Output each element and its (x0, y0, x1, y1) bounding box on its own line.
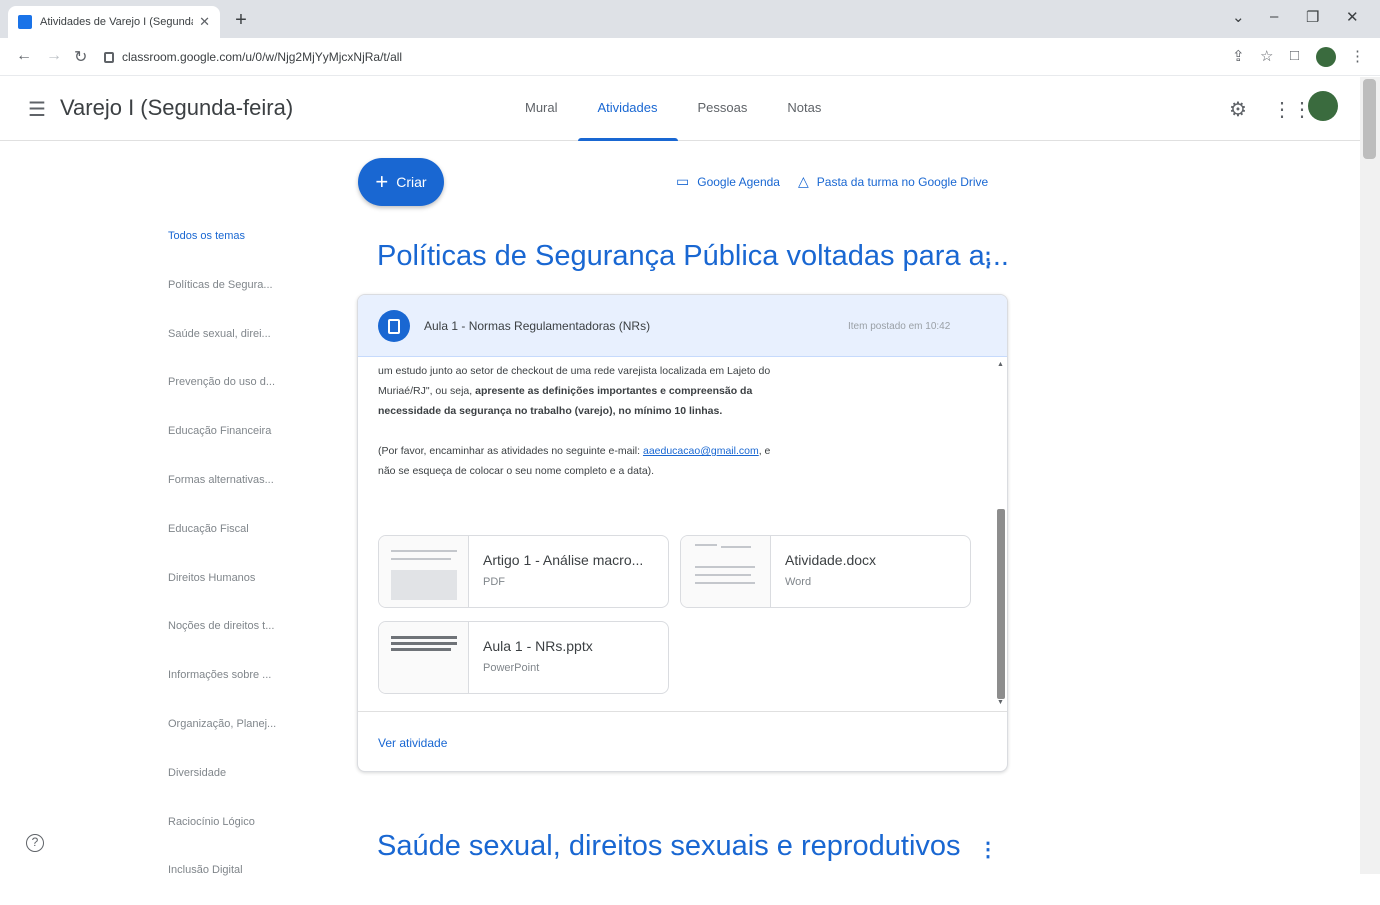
help-icon[interactable]: ? (26, 834, 44, 852)
description-scrollbar[interactable]: ▲ ▼ (994, 357, 1007, 711)
drive-link-label: Pasta da turma no Google Drive (816, 174, 989, 189)
attachment-name: Aula 1 - NRs.pptx (483, 638, 593, 654)
topic-item[interactable]: Direitos Humanos (168, 564, 308, 613)
classroom-header: ☰ Varejo I (Segunda-feira) Mural Ativida… (0, 77, 1360, 141)
page-scrollbar[interactable] (1360, 77, 1380, 874)
scroll-up-icon[interactable]: ▲ (997, 361, 1004, 368)
topic-list: Todos os temas Políticas de Segura... Sa… (168, 222, 308, 905)
reload-icon[interactable]: ↻ (74, 47, 87, 67)
pdf-thumbnail (379, 536, 469, 607)
topic-item[interactable]: Formas alternativas... (168, 466, 308, 515)
forward-icon[interactable]: → (46, 47, 62, 65)
browser-tabstrip: Atividades de Varejo I (Segunda- ✕ + ⌄ –… (0, 0, 1380, 38)
attachment-type: PowerPoint (483, 662, 540, 674)
description-scrollbar-thumb[interactable] (997, 509, 1005, 699)
topic-item[interactable]: Diversidade (168, 759, 308, 808)
tab-title: Atividades de Varejo I (Segunda- (40, 16, 194, 28)
classroom-favicon-icon (18, 15, 32, 29)
view-assignment-link[interactable]: Ver atividade (378, 736, 447, 750)
attachment-card[interactable]: Atividade.docx Word (680, 535, 971, 608)
main-menu-icon[interactable]: ☰ (28, 97, 46, 122)
share-icon[interactable]: ⇪ (1232, 47, 1245, 65)
topic-item[interactable]: Inclusão Digital (168, 856, 308, 905)
topic-item[interactable]: Informações sobre ... (168, 661, 308, 710)
drive-folder-link[interactable]: △ Pasta da turma no Google Drive (798, 173, 988, 190)
assignment-title: Aula 1 - Normas Regulamentadoras (NRs) (424, 319, 651, 333)
section-title: Saúde sexual, direitos sexuais e reprodu… (377, 830, 961, 862)
topic-item[interactable]: Organização, Planej... (168, 710, 308, 759)
posted-time: Item postado em 10:42 (848, 321, 951, 332)
tab-search-icon[interactable]: ⌄ (1232, 8, 1245, 26)
apps-grid-icon[interactable]: ⋮⋮ (1272, 97, 1312, 122)
tab-notas[interactable]: Notas (767, 77, 841, 141)
class-tabs: Mural Atividades Pessoas Notas (505, 77, 841, 141)
address-bar[interactable]: classroom.google.com/u/0/w/Njg2MjYyMjcxN… (104, 43, 1224, 71)
calendar-link-label: Google Agenda (697, 174, 780, 189)
tab-pessoas[interactable]: Pessoas (678, 77, 768, 141)
attachment-type: PDF (483, 576, 505, 588)
attachment-card[interactable]: Artigo 1 - Análise macro... PDF (378, 535, 669, 608)
topic-item[interactable]: Todos os temas (168, 222, 308, 271)
topic-item[interactable]: Raciocínio Lógico (168, 808, 308, 857)
scroll-down-icon[interactable]: ▼ (997, 699, 1004, 706)
tab-atividades[interactable]: Atividades (577, 77, 678, 141)
section-menu-icon[interactable]: ⋮ (978, 247, 998, 272)
account-avatar[interactable] (1308, 91, 1338, 121)
attachment-name: Atividade.docx (785, 552, 877, 568)
settings-gear-icon[interactable]: ⚙ (1229, 97, 1247, 122)
bookmark-star-icon[interactable]: ☆ (1260, 47, 1273, 65)
attachment-card[interactable]: Aula 1 - NRs.pptx PowerPoint (378, 621, 669, 694)
class-title: Varejo I (Segunda-feira) (60, 95, 294, 120)
page-scrollbar-thumb[interactable] (1363, 79, 1376, 159)
new-tab-button[interactable]: + (228, 8, 254, 34)
drive-icon: △ (798, 173, 809, 189)
restore-icon[interactable]: ❐ (1306, 8, 1319, 26)
tab-mural[interactable]: Mural (505, 77, 578, 141)
pptx-thumbnail (379, 622, 469, 693)
browser-toolbar: ← → ↻ classroom.google.com/u/0/w/Njg2MjY… (0, 38, 1380, 76)
docx-thumbnail (681, 536, 771, 607)
create-button[interactable]: + Criar (358, 158, 444, 206)
lock-icon (104, 51, 114, 63)
topic-item[interactable]: Educação Fiscal (168, 515, 308, 564)
assignment-icon (378, 310, 410, 342)
assignment-header[interactable]: Aula 1 - Normas Regulamentadoras (NRs) I… (358, 295, 1007, 357)
topic-item[interactable]: Educação Financeira (168, 417, 308, 466)
calendar-icon: ▭ (676, 173, 690, 189)
section-title: Políticas de Segurança Pública voltadas … (377, 240, 1009, 272)
create-label: Criar (396, 174, 427, 190)
topic-item[interactable]: Políticas de Segura... (168, 271, 308, 320)
attachment-name: Artigo 1 - Análise macro... (483, 552, 644, 568)
section-menu-icon[interactable]: ⋮ (978, 837, 998, 862)
topic-item[interactable]: Saúde sexual, direi... (168, 320, 308, 369)
minimize-icon[interactable]: – (1270, 8, 1278, 25)
assignment-card: Aula 1 - Normas Regulamentadoras (NRs) I… (357, 294, 1008, 772)
topic-item[interactable]: Prevenção do uso d... (168, 368, 308, 417)
back-icon[interactable]: ← (16, 47, 32, 65)
google-calendar-link[interactable]: ▭ Google Agenda (676, 173, 780, 190)
attachment-type: Word (785, 576, 812, 588)
browser-menu-icon[interactable]: ⋮ (1350, 47, 1365, 65)
email-link[interactable]: aaeducacao@gmail.com (643, 445, 759, 457)
tab-groups-icon[interactable]: □ (1290, 47, 1299, 64)
topic-item[interactable]: Noções de direitos t... (168, 612, 308, 661)
profile-avatar[interactable] (1316, 47, 1336, 67)
browser-tab[interactable]: Atividades de Varejo I (Segunda- ✕ (8, 6, 220, 38)
window-close-icon[interactable]: ✕ (1346, 8, 1359, 26)
assignment-footer: Ver atividade (358, 711, 1007, 771)
assignment-description: um estudo junto ao setor de checkout de … (378, 361, 778, 481)
close-tab-icon[interactable]: ✕ (199, 14, 210, 30)
url-text: classroom.google.com/u/0/w/Njg2MjYyMjcxN… (122, 50, 403, 64)
plus-icon: + (375, 169, 389, 194)
instructions-text: (Por favor, encaminhar as atividades no … (378, 445, 641, 457)
